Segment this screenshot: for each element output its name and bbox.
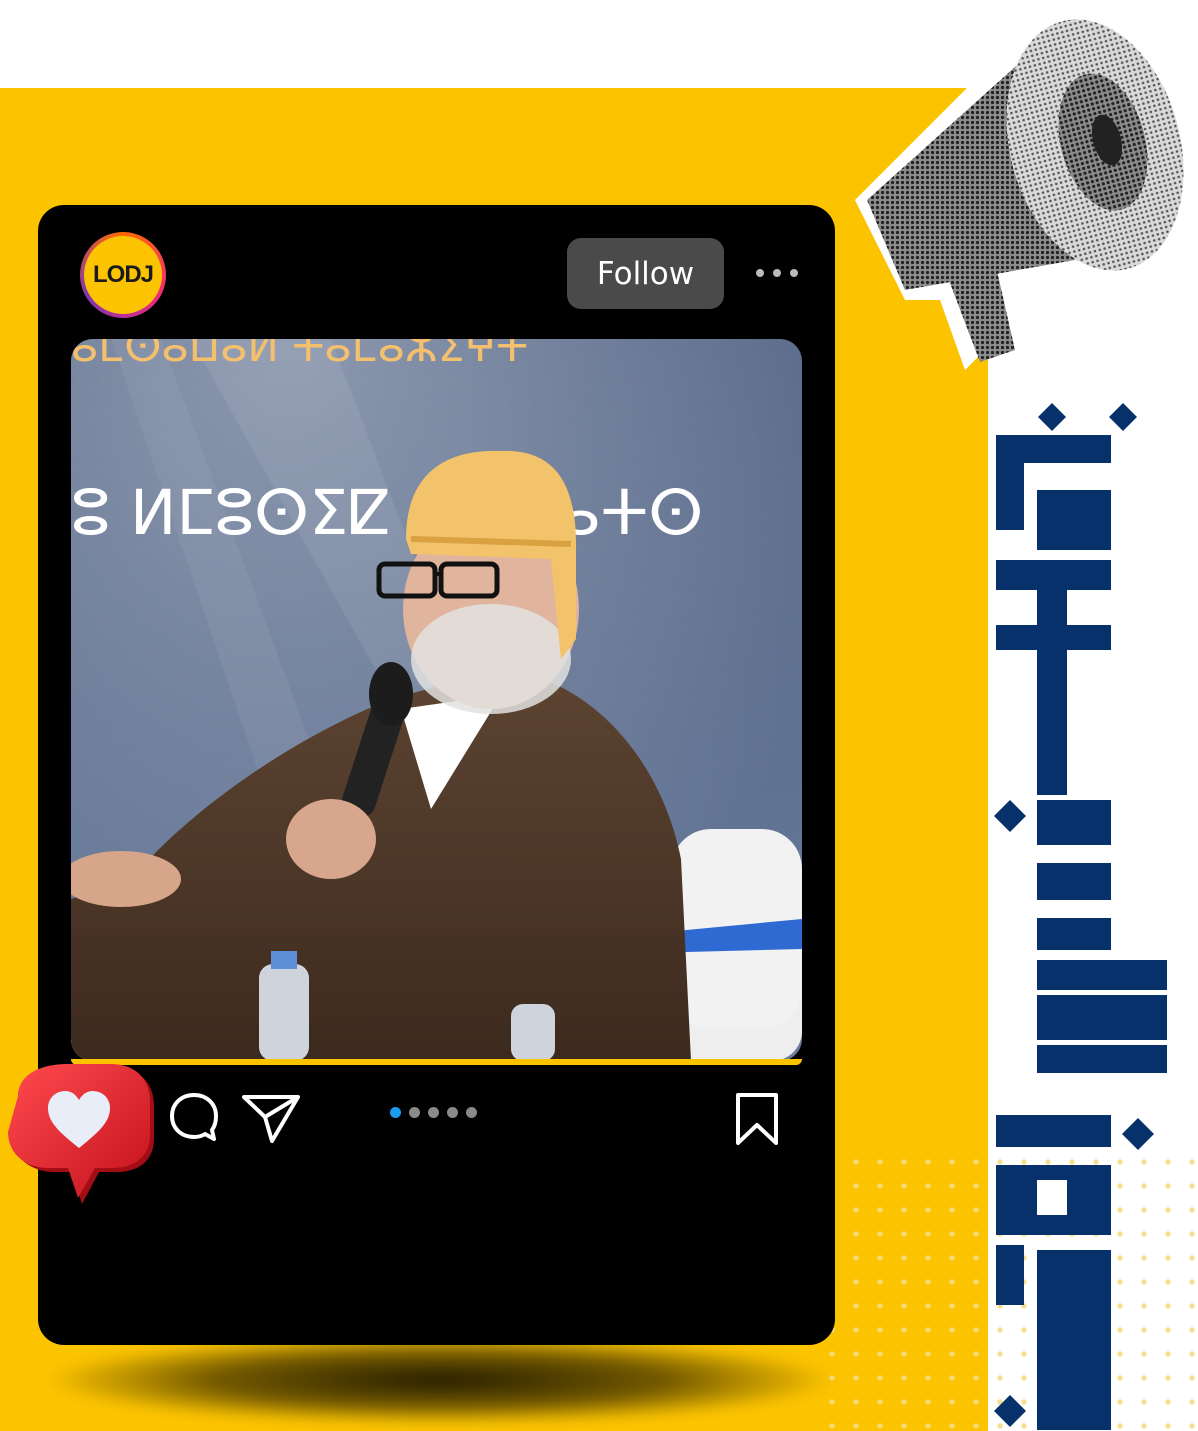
carousel-dot-active[interactable] — [390, 1107, 401, 1118]
banner-text-top: ⴰⵎⵙⴰⵡⴰⵍ ⵜⴰⵎⴰⵣⵉⵖⵜ — [71, 339, 528, 371]
bookmark-icon[interactable] — [732, 1091, 782, 1147]
image-underline — [71, 1059, 802, 1065]
kufic-calligraphy — [994, 403, 1167, 1430]
heart-icon[interactable] — [4, 1060, 164, 1210]
comment-icon[interactable] — [166, 1089, 222, 1145]
carousel-dot[interactable] — [447, 1107, 458, 1118]
banner-text-middle: ⵓ ⵍⵎⵓⵙⵉⵇ ⴰⵙⵙⴰⵜⵙ — [71, 476, 703, 549]
carousel-dot[interactable] — [409, 1107, 420, 1118]
avatar[interactable]: LODJ — [80, 232, 166, 318]
phone-shadow — [40, 1335, 840, 1425]
avatar-logo-text: LODJ — [92, 261, 154, 288]
follow-button[interactable]: Follow — [567, 238, 724, 309]
share-icon[interactable] — [240, 1091, 302, 1145]
carousel-dot[interactable] — [428, 1107, 439, 1118]
megaphone-icon — [855, 5, 1187, 371]
carousel-dot[interactable] — [466, 1107, 477, 1118]
photo-illustration: ⴰⵎⵙⴰⵡⴰⵍ ⵜⴰⵎⴰⵣⵉⵖⵜ ⵓ ⵍⵎⵓⵙⵉⵇ ⴰⵙⵙⴰⵜⵙ — [71, 339, 802, 1061]
carousel-indicator — [390, 1107, 477, 1118]
more-icon[interactable] — [756, 263, 798, 283]
post-image[interactable]: ⴰⵎⵙⴰⵡⴰⵍ ⵜⴰⵎⴰⵣⵉⵖⵜ ⵓ ⵍⵎⵓⵙⵉⵇ ⴰⵙⵙⴰⵜⵙ — [71, 339, 802, 1061]
